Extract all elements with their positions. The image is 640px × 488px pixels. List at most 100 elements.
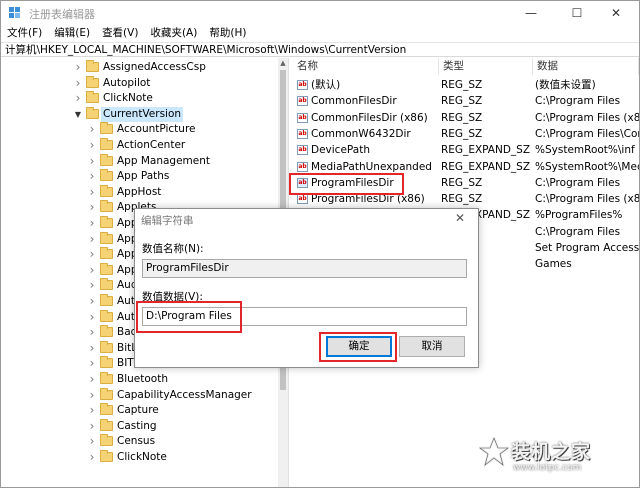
string-value-icon: ab [297, 194, 308, 205]
chevron-right-icon[interactable]: › [87, 216, 97, 231]
tree-item-label: Bluetooth [117, 373, 168, 385]
tree-item[interactable]: › Census [87, 434, 278, 449]
menu-view[interactable]: 查看(V) [96, 25, 144, 41]
folder-icon [100, 403, 113, 416]
value-row[interactable]: ab CommonW6432Dir REG_SZ C:\Program Files\C… [293, 126, 639, 142]
tree-item-label: App Paths [117, 170, 170, 183]
string-value-icon: ab [297, 96, 308, 107]
chevron-right-icon[interactable]: › [87, 403, 97, 418]
tree-item[interactable]: › AccountPicture [87, 122, 278, 137]
folder-icon [100, 418, 113, 431]
chevron-right-icon[interactable]: › [87, 419, 97, 434]
chevron-down-icon[interactable]: ▼ [73, 107, 83, 122]
tree-item[interactable]: › ClickNote [73, 91, 278, 106]
dialog-close-icon[interactable]: ✕ [455, 211, 465, 225]
value-data: C:\Program Files [535, 176, 621, 189]
value-row[interactable]: ab CommonFilesDir (x86) REG_SZ C:\Program F… [293, 110, 639, 126]
chevron-right-icon[interactable]: › [87, 278, 97, 293]
folder-icon [86, 106, 99, 119]
chevron-right-icon[interactable]: › [87, 232, 97, 247]
chevron-right-icon[interactable]: › [87, 341, 97, 356]
value-row[interactable]: ab (默认) REG_SZ (数值未设置) [293, 77, 639, 93]
folder-icon [100, 122, 113, 135]
tree-item[interactable]: › CapabilityAccessManager [87, 387, 278, 403]
chevron-right-icon[interactable]: › [87, 154, 97, 169]
dialog-title: 编辑字符串 [141, 215, 194, 227]
menu-bar: 文件(F) 编辑(E) 查看(V) 收藏夹(A) 帮助(H) [1, 25, 639, 41]
highlight-data-input [136, 301, 242, 333]
close-button[interactable]: ✕ [593, 1, 639, 25]
folder-icon [100, 153, 113, 166]
folder-icon [100, 434, 113, 447]
chevron-right-icon[interactable]: › [87, 325, 97, 340]
minimize-button[interactable]: — [508, 1, 554, 25]
folder-icon [100, 231, 113, 244]
folder-icon [100, 262, 113, 275]
highlight-programfilesdir [289, 173, 404, 195]
folder-icon [100, 325, 113, 338]
chevron-right-icon[interactable]: › [87, 388, 97, 403]
value-data: C:\Program Files\Com [535, 127, 639, 140]
tree-item[interactable]: › AppHost [87, 184, 278, 200]
menu-file[interactable]: 文件(F) [1, 25, 48, 41]
string-value-icon: ab [297, 161, 308, 172]
tree-item[interactable]: › ClickNote [87, 450, 278, 465]
folder-icon [100, 216, 113, 228]
value-data: C:\Program Files (x86) [535, 111, 639, 124]
menu-favorites[interactable]: 收藏夹(A) [144, 25, 203, 41]
chevron-right-icon[interactable]: › [87, 169, 97, 184]
tree-item[interactable]: › Autopilot [73, 75, 278, 91]
value-type: REG_SZ [441, 127, 483, 140]
value-name: DevicePath [311, 144, 370, 157]
chevron-right-icon[interactable]: › [87, 122, 97, 137]
value-row[interactable]: ab DevicePath REG_EXPAND_SZ %SystemRoot%\in… [293, 142, 639, 158]
chevron-right-icon[interactable]: › [87, 294, 97, 309]
tree-item-label: ActionCenter [117, 139, 186, 151]
cancel-button[interactable]: 取消 [399, 336, 465, 357]
chevron-right-icon[interactable]: › [87, 185, 97, 200]
chevron-right-icon[interactable]: › [87, 247, 97, 262]
string-value-icon: ab [297, 80, 308, 90]
value-data: Games [535, 258, 572, 271]
string-value-icon: ab [297, 112, 308, 123]
chevron-right-icon[interactable]: › [87, 200, 97, 215]
tree-item[interactable]: › App Paths [87, 169, 278, 184]
value-type: REG_SZ [441, 79, 483, 91]
chevron-right-icon[interactable]: › [73, 91, 83, 106]
tree-item-label: Casting [117, 419, 157, 432]
registry-editor-window: 注册表编辑器 — ☐ ✕ 文件(F) 编辑(E) 查看(V) 收藏夹(A) 帮助… [0, 0, 640, 488]
tree-item[interactable]: › Bluetooth [87, 372, 278, 387]
tree-item-label: App Management [117, 154, 211, 167]
value-type: REG_EXPAND_SZ [441, 144, 531, 157]
star-logo-icon [479, 437, 509, 467]
chevron-right-icon[interactable]: › [87, 372, 97, 387]
tree-item[interactable]: › Capture [87, 403, 278, 418]
tree-item[interactable]: › AssignedAccessCsp [73, 60, 278, 75]
column-header-type[interactable]: 类型 [439, 58, 533, 75]
menu-help[interactable]: 帮助(H) [203, 25, 252, 41]
tree-item[interactable]: › App Management [87, 153, 278, 169]
chevron-right-icon[interactable]: › [87, 450, 97, 465]
chevron-right-icon[interactable]: › [87, 356, 97, 371]
chevron-right-icon[interactable]: › [87, 138, 97, 153]
scroll-up-icon[interactable]: ▲ [278, 58, 288, 68]
tree-item[interactable]: ▼ CurrentVersion [73, 106, 278, 122]
column-header-name[interactable]: 名称 [293, 58, 439, 75]
chevron-right-icon[interactable]: › [73, 76, 83, 91]
column-header-data[interactable]: 数据 [533, 58, 639, 75]
tree-item[interactable]: › Casting [87, 418, 278, 434]
value-row[interactable]: ab CommonFilesDir REG_SZ C:\Program Files [293, 93, 639, 109]
menu-edit[interactable]: 编辑(E) [48, 25, 96, 41]
watermark-url: www.lotpc.com [513, 463, 582, 473]
address-bar[interactable]: 计算机\HKEY_LOCAL_MACHINE\SOFTWARE\Microsof… [1, 42, 639, 57]
chevron-right-icon[interactable]: › [87, 263, 97, 278]
chevron-right-icon[interactable]: › [87, 310, 97, 325]
window-title: 注册表编辑器 [29, 8, 95, 21]
watermark: 装机之家 www.lotpc.com [471, 433, 636, 483]
chevron-right-icon[interactable]: › [87, 434, 97, 449]
folder-icon [100, 294, 113, 306]
highlight-ok-button [319, 332, 397, 362]
chevron-right-icon[interactable]: › [73, 60, 83, 75]
value-name: (默认) [311, 79, 341, 91]
tree-item[interactable]: › ActionCenter [87, 138, 278, 153]
